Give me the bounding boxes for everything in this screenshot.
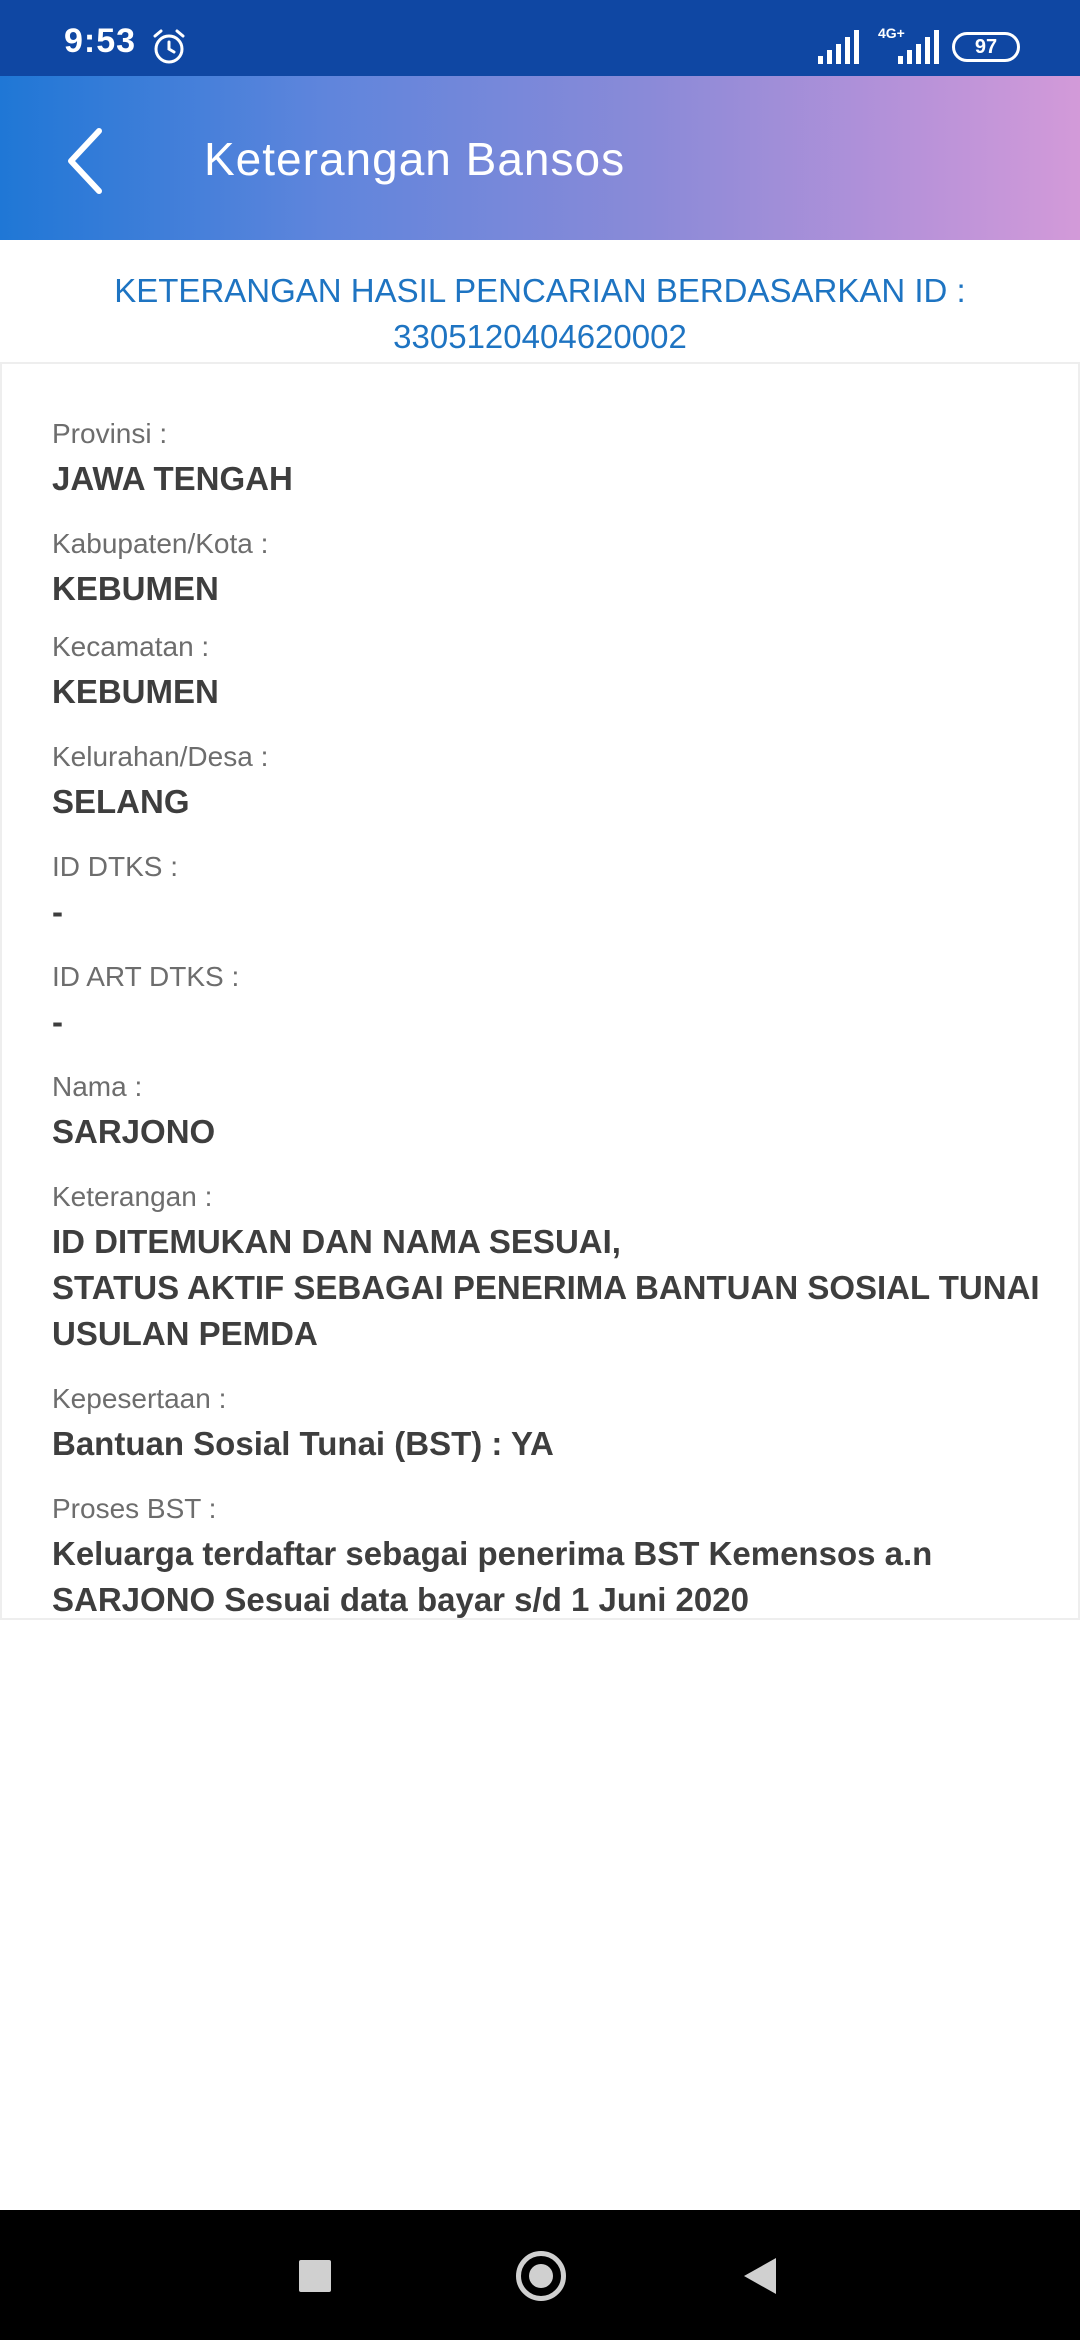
field-value-line: USULAN PEMDA bbox=[52, 1315, 318, 1352]
field-label: Proses BST : bbox=[52, 1493, 217, 1524]
field-id-art-dtks: ID ART DTKS : - bbox=[52, 957, 1052, 1045]
field-label: Kecamatan : bbox=[52, 631, 210, 662]
result-id: 3305120404620002 bbox=[393, 318, 687, 355]
field-value: KEBUMEN bbox=[52, 570, 219, 607]
home-icon[interactable] bbox=[516, 2251, 566, 2301]
field-proses-bst: Proses BST : Keluarga terdaftar sebagai … bbox=[52, 1489, 1052, 1623]
field-label: Kelurahan/Desa : bbox=[52, 741, 269, 772]
field-value: Keluarga terdaftar sebagai penerima BST … bbox=[52, 1531, 1052, 1623]
result-heading-line1: KETERANGAN HASIL PENCARIAN BERDASARKAN I… bbox=[114, 272, 966, 309]
field-label: Kepesertaan : bbox=[52, 1383, 227, 1414]
status-bar: 9:53 4G+ 97 bbox=[0, 0, 1080, 76]
alarm-clock-icon bbox=[153, 29, 185, 64]
back-triangle-icon[interactable] bbox=[742, 2256, 778, 2296]
chevron-left-icon bbox=[68, 128, 102, 194]
field-kecamatan: Kecamatan : KEBUMEN bbox=[52, 627, 1052, 715]
field-value: KEBUMEN bbox=[52, 673, 219, 710]
field-label: Nama : bbox=[52, 1071, 143, 1102]
field-value-line: STATUS AKTIF SEBAGAI PENERIMA BANTUAN SO… bbox=[52, 1269, 1040, 1306]
detail-card: Provinsi : JAWA TENGAH Kabupaten/Kota : … bbox=[0, 362, 1080, 1620]
field-label: Keterangan : bbox=[52, 1181, 213, 1212]
field-value: - bbox=[52, 1003, 63, 1040]
field-id-dtks: ID DTKS : - bbox=[52, 847, 1052, 935]
field-value: - bbox=[52, 893, 63, 930]
field-value: ID DITEMUKAN DAN NAMA SESUAI, STATUS AKT… bbox=[52, 1219, 1052, 1357]
page-title: Keterangan Bansos bbox=[204, 133, 626, 185]
system-nav-bar bbox=[0, 2210, 1080, 2340]
field-value: Bantuan Sosial Tunai (BST) : YA bbox=[52, 1425, 554, 1462]
battery-level: 97 bbox=[974, 36, 998, 58]
field-value-line: Keluarga terdaftar sebagai penerima BST … bbox=[52, 1535, 933, 1572]
field-value-line: SARJONO Sesuai data bayar s/d 1 Juni 202… bbox=[52, 1581, 749, 1618]
battery-icon: 97 bbox=[952, 32, 1020, 62]
app-bar: Keterangan Bansos bbox=[0, 76, 1080, 240]
field-nama: Nama : SARJONO bbox=[52, 1067, 1052, 1155]
signal-strength-icon bbox=[898, 30, 939, 64]
home-icon-inner bbox=[529, 2264, 553, 2288]
field-value-line: ID DITEMUKAN DAN NAMA SESUAI, bbox=[52, 1223, 621, 1260]
field-value: SARJONO bbox=[52, 1113, 216, 1150]
status-time: 9:53 bbox=[64, 22, 137, 60]
field-label: Provinsi : bbox=[52, 418, 168, 449]
field-label: ID ART DTKS : bbox=[52, 961, 240, 992]
field-label: Kabupaten/Kota : bbox=[52, 528, 269, 559]
field-kelurahan: Kelurahan/Desa : SELANG bbox=[52, 737, 1052, 825]
result-heading: KETERANGAN HASIL PENCARIAN BERDASARKAN I… bbox=[0, 268, 1080, 360]
field-value: SELANG bbox=[52, 783, 190, 820]
field-label: ID DTKS : bbox=[52, 851, 179, 882]
field-keterangan: Keterangan : ID DITEMUKAN DAN NAMA SESUA… bbox=[52, 1177, 1052, 1357]
signal-strength-icon bbox=[818, 30, 859, 64]
back-button[interactable] bbox=[40, 116, 130, 206]
recent-apps-icon[interactable] bbox=[299, 2260, 331, 2292]
field-kepesertaan: Kepesertaan : Bantuan Sosial Tunai (BST)… bbox=[52, 1379, 1052, 1467]
field-value: JAWA TENGAH bbox=[52, 460, 293, 497]
field-kabupaten: Kabupaten/Kota : KEBUMEN bbox=[52, 524, 1052, 612]
field-provinsi: Provinsi : JAWA TENGAH bbox=[52, 414, 1052, 502]
